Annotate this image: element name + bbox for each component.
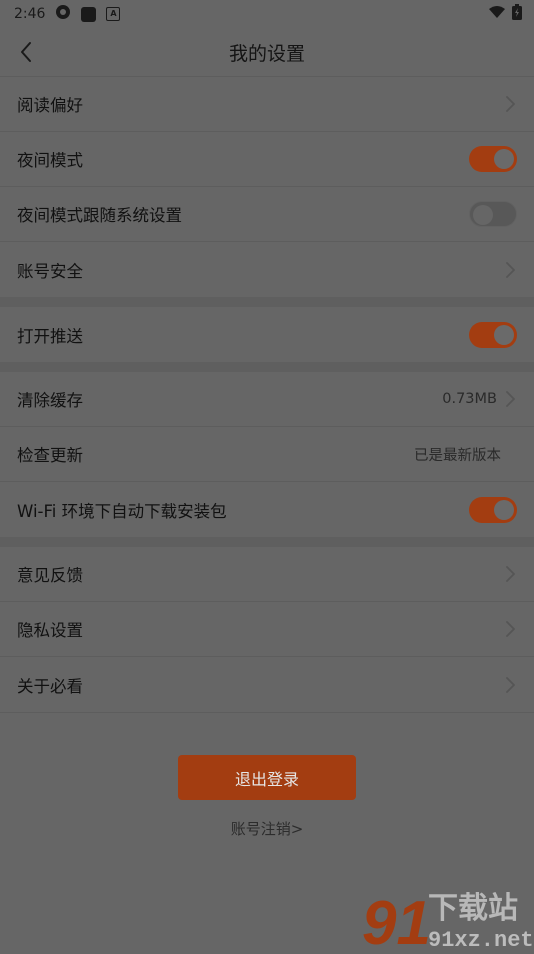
watermark-logo-text: 91 (362, 889, 431, 950)
settings-row-control (469, 201, 517, 227)
group-separator (0, 297, 534, 307)
toggle-knob (494, 324, 514, 345)
status-bar: 2:46 A (0, 0, 534, 28)
footer-actions: 退出登录 账号注销> (0, 755, 534, 839)
settings-row[interactable]: 夜间模式 (0, 132, 534, 187)
settings-row[interactable]: 账号安全 (0, 242, 534, 297)
a-notification-icon: A (106, 7, 121, 21)
toggle-switch[interactable] (469, 146, 517, 172)
toggle-switch[interactable] (469, 496, 517, 523)
settings-row-label: 打开推送 (17, 326, 83, 346)
page-title: 我的设置 (228, 42, 305, 65)
settings-row[interactable]: 清除缓存 0.73MB (0, 372, 534, 427)
watermark-brand: 下载站 (428, 891, 518, 926)
chevron-right-icon (503, 676, 517, 694)
battery-icon (512, 4, 522, 24)
settings-row-label: Wi-Fi 环境下自动下载安装包 (17, 501, 227, 521)
watermark-site: 91xz.net (428, 928, 534, 950)
chevron-right-icon (503, 261, 517, 279)
settings-row[interactable]: 阅读偏好 (0, 77, 534, 132)
toggle-switch[interactable] (469, 201, 517, 227)
chevron-right-icon (503, 565, 517, 583)
toggle-knob (494, 149, 514, 169)
chevron-right-icon (503, 620, 517, 638)
logout-button[interactable]: 退出登录 (178, 755, 356, 800)
settings-row-label: 关于必看 (17, 676, 83, 696)
settings-row-value: 0.73MB (442, 391, 497, 407)
chevron-left-icon (21, 42, 31, 62)
chevron-right-icon (503, 95, 517, 113)
settings-row[interactable]: Wi-Fi 环境下自动下载安装包 (0, 482, 534, 537)
settings-row-control (503, 261, 517, 279)
settings-list: 阅读偏好夜间模式夜间模式跟随系统设置 账号安全打开推送清除缓存 0.73MB 检查更新… (0, 77, 534, 713)
toggle-knob (473, 205, 493, 225)
settings-row[interactable]: 夜间模式跟随系统设置 (0, 187, 534, 242)
back-button[interactable] (12, 38, 40, 66)
settings-row-label: 隐私设置 (17, 621, 83, 640)
settings-row[interactable]: 检查更新 已是最新版本 (0, 427, 534, 482)
wifi-icon (488, 5, 506, 23)
watermark-logo: 91 下载站 91xz.net (362, 889, 534, 954)
chevron-right-icon (503, 390, 517, 408)
settings-row-value: 已是最新版本 (414, 447, 501, 464)
list-bottom-divider (0, 712, 534, 713)
settings-row-control: 已是最新版本 (414, 444, 517, 465)
settings-row-label: 夜间模式跟随系统设置 (17, 206, 182, 225)
settings-row-control (469, 496, 517, 523)
settings-row-control (469, 146, 517, 172)
settings-row-control: 0.73MB (442, 390, 517, 408)
settings-row-control (469, 321, 517, 348)
settings-row-control (503, 676, 517, 694)
group-separator (0, 362, 534, 372)
settings-row[interactable]: 关于必看 (0, 657, 534, 712)
settings-row-label: 账号安全 (17, 261, 83, 281)
site-watermark: 91 下载站 91xz.net (358, 884, 534, 954)
settings-row-label: 意见反馈 (17, 566, 83, 585)
status-time: 2:46 (14, 6, 46, 22)
settings-row[interactable]: 意见反馈 (0, 547, 534, 602)
toggle-switch[interactable] (469, 321, 517, 348)
group-separator (0, 537, 534, 547)
square-notification-icon (81, 6, 97, 22)
settings-row[interactable]: 隐私设置 (0, 602, 534, 657)
settings-row-control (503, 620, 517, 638)
settings-row-label: 阅读偏好 (17, 96, 83, 115)
settings-row-label: 清除缓存 (17, 391, 83, 410)
settings-row-label: 检查更新 (17, 446, 83, 465)
settings-row-control (503, 95, 517, 113)
toggle-knob (494, 499, 514, 520)
settings-row[interactable]: 打开推送 (0, 307, 534, 362)
app-notification-icon (55, 4, 71, 24)
page-header: 我的设置 (0, 28, 534, 76)
cancel-account-link[interactable]: 账号注销> (231, 818, 304, 839)
settings-row-label: 夜间模式 (17, 151, 83, 170)
settings-row-control (503, 565, 517, 583)
